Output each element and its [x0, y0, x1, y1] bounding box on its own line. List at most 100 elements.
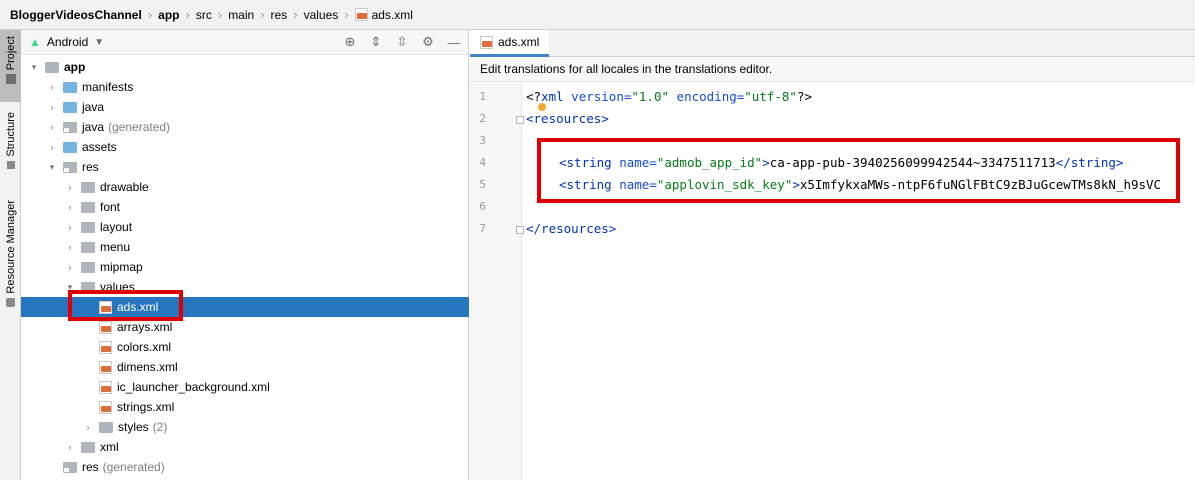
code-area[interactable]: <?xml version="1.0" encoding="utf-8"?> <… [526, 83, 1195, 480]
chevron-right-icon[interactable]: › [47, 102, 57, 112]
fold-marker-icon[interactable] [516, 116, 524, 124]
chevron-right-icon[interactable]: › [65, 442, 75, 452]
tab-project-label: Project [4, 36, 17, 71]
chevron-right-icon[interactable]: › [65, 262, 75, 272]
folder-icon [63, 101, 77, 113]
code-line-2: <resources> [526, 111, 609, 126]
tab-project[interactable]: Project [0, 30, 21, 102]
line-number: 1 [479, 90, 486, 103]
tree-item[interactable]: › xml [21, 437, 469, 457]
collapse-all-icon[interactable]: ⇳ [394, 34, 410, 50]
line-number: 3 [479, 134, 486, 147]
tree-item-suffix: (generated) [108, 120, 171, 134]
chevron-down-icon[interactable]: ▾ [29, 62, 39, 73]
folder-icon [81, 201, 95, 213]
chevron-down-icon[interactable]: ▾ [47, 162, 57, 173]
tree-item[interactable]: › font [21, 197, 469, 217]
chevron-right-icon[interactable]: › [47, 122, 57, 132]
code-line-7: </resources> [526, 221, 616, 236]
minimize-icon[interactable]: — [446, 34, 462, 50]
tree-item[interactable]: › menu [21, 237, 469, 257]
project-panel: ▲ Android ▼ ⊕ ⇕ ⇳ ⚙ — ▾ app › manifests › jav… [21, 30, 469, 480]
tab-resource-manager[interactable]: Resource Manager [0, 196, 21, 314]
chevron-right-icon: › [293, 7, 298, 22]
breadcrumb-file-label: ads.xml [371, 7, 413, 22]
code-token: <resources> [526, 111, 609, 126]
tab-structure[interactable]: Structure [0, 108, 21, 178]
tree-item[interactable]: res (generated) [21, 457, 469, 477]
breadcrumb-res[interactable]: res [271, 8, 288, 22]
tree-item-suffix: (generated) [102, 460, 165, 474]
chevron-right-icon[interactable]: › [47, 142, 57, 152]
translations-notice[interactable]: Edit translations for all locales in the… [470, 57, 1195, 82]
tree-item[interactable]: › styles (2) [21, 417, 469, 437]
tree-item-label: assets [82, 140, 117, 154]
breadcrumb-src[interactable]: src [196, 8, 212, 22]
tree-item-label: font [100, 200, 121, 214]
breadcrumb-main[interactable]: main [228, 8, 254, 22]
breadcrumb-project[interactable]: BloggerVideosChannel [10, 8, 142, 22]
code-token: "utf-8" [744, 89, 797, 104]
tree-item-suffix: (2) [152, 420, 168, 434]
chevron-right-icon[interactable]: › [65, 242, 75, 252]
editor-panel: ads.xml Edit translations for all locale… [470, 30, 1195, 480]
project-toolbar: ⊕ ⇕ ⇳ ⚙ — [342, 34, 462, 50]
tree-item[interactable]: ▾ res [21, 157, 469, 177]
code-line-1: <?xml version="1.0" encoding="utf-8"?> [526, 89, 812, 104]
tree-item[interactable]: › drawable [21, 177, 469, 197]
tool-window-strip: Project Structure Resource Manager [0, 30, 21, 480]
tree-item[interactable]: › layout [21, 217, 469, 237]
gear-icon[interactable]: ⚙ [420, 34, 436, 50]
fold-marker-icon[interactable] [516, 226, 524, 234]
folder-icon [81, 441, 95, 453]
tree-item[interactable]: › assets [21, 137, 469, 157]
tree-item-label: manifests [82, 80, 134, 94]
tree-item[interactable]: › java [21, 97, 469, 117]
tree-item[interactable]: dimens.xml [21, 357, 469, 377]
tree-item[interactable]: › mipmap [21, 257, 469, 277]
tree-item-label: strings.xml [117, 400, 175, 414]
chevron-down-icon: ▼ [94, 36, 105, 48]
code-token: xml [541, 89, 564, 104]
tab-ads-xml[interactable]: ads.xml [470, 30, 550, 57]
tree-item[interactable]: › java (generated) [21, 117, 469, 137]
chevron-right-icon[interactable]: › [83, 422, 93, 432]
breadcrumb-app[interactable]: app [158, 8, 179, 22]
android-icon: ▲ [29, 35, 41, 49]
breadcrumb-file[interactable]: ads.xml [354, 7, 413, 22]
folder-icon [81, 221, 95, 233]
folder-icon [99, 421, 113, 433]
tree-item-label: layout [100, 220, 133, 234]
chevron-right-icon[interactable]: › [47, 82, 57, 92]
res-folder-icon [63, 161, 77, 173]
locate-icon[interactable]: ⊕ [342, 34, 358, 50]
tree-item-label: menu [100, 240, 131, 254]
tree-item[interactable]: › manifests [21, 77, 469, 97]
chevron-right-icon[interactable]: › [65, 202, 75, 212]
code-token: ?> [796, 89, 813, 104]
chevron-right-icon: › [344, 7, 349, 22]
tree-item[interactable]: ic_launcher_background.xml [21, 377, 469, 397]
xml-file-icon [99, 320, 112, 334]
line-number: 2 [479, 112, 486, 125]
line-number: 5 [479, 178, 486, 191]
line-number: 6 [479, 200, 486, 213]
folder-icon [63, 81, 77, 93]
tree-item-label: ic_launcher_background.xml [117, 380, 270, 394]
chevron-right-icon[interactable]: › [65, 222, 75, 232]
tree-item-label: dimens.xml [117, 360, 178, 374]
line-number-gutter: 1 2 3 4 5 6 7 [470, 83, 524, 480]
line-number: 7 [479, 222, 486, 235]
xml-file-icon [99, 340, 112, 354]
chevron-right-icon[interactable]: › [65, 182, 75, 192]
tree-item[interactable]: strings.xml [21, 397, 469, 417]
lightbulb-icon[interactable] [538, 103, 546, 111]
tab-ads-xml-label: ads.xml [498, 35, 540, 49]
breadcrumb-values[interactable]: values [304, 8, 339, 22]
tree-item[interactable]: colors.xml [21, 337, 469, 357]
tree-item-label: java [82, 120, 105, 134]
tree-item-label: res [82, 460, 99, 474]
tree-item[interactable]: ▾ app [21, 57, 469, 77]
expand-all-icon[interactable]: ⇕ [368, 34, 384, 50]
tree-item-label: mipmap [100, 260, 143, 274]
